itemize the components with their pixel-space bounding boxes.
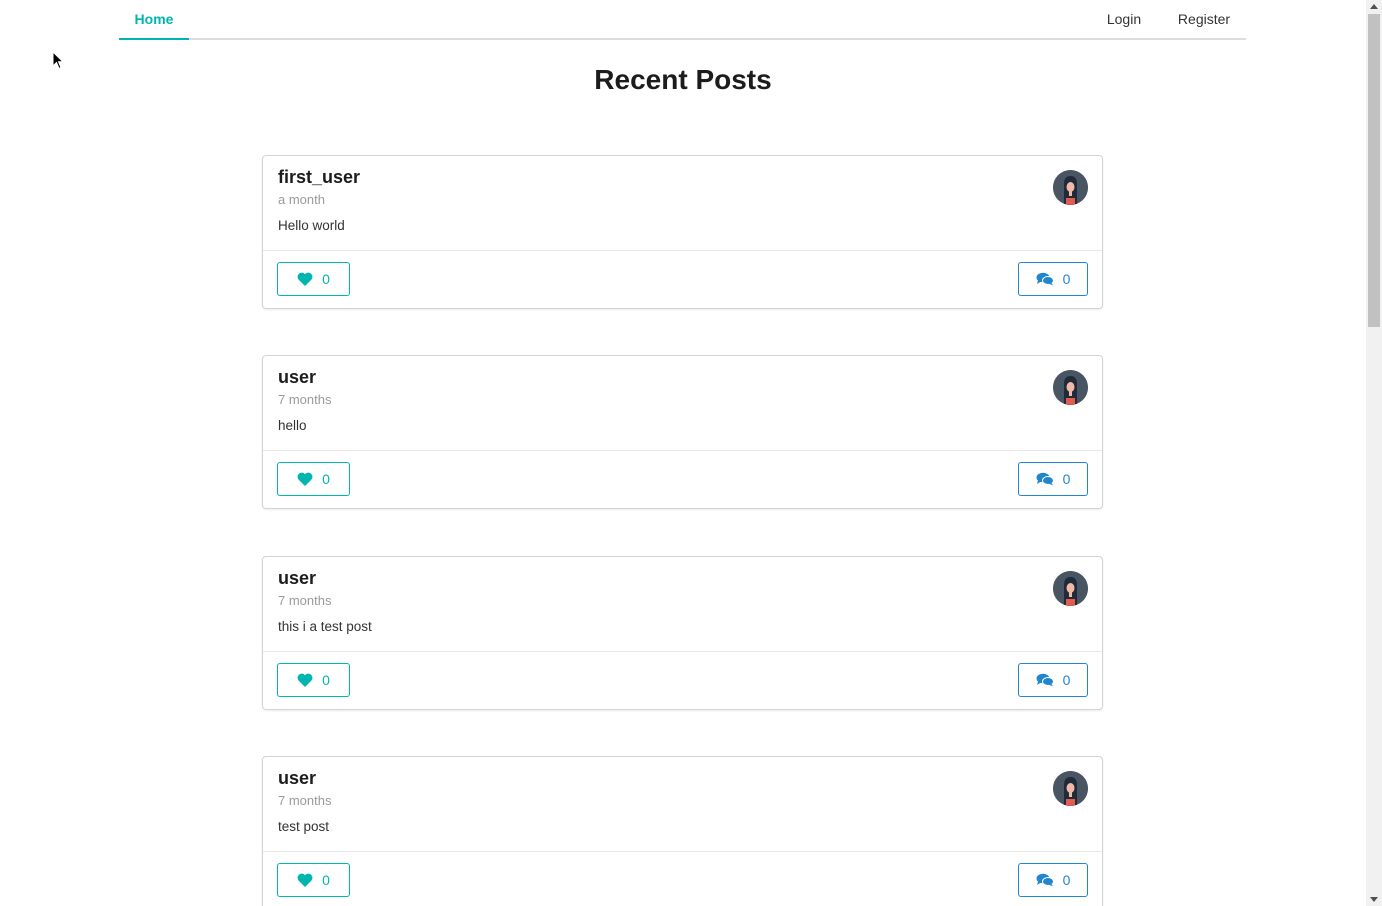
page: Home Login Register Recent Posts first_u… <box>0 0 1366 906</box>
comment-count: 0 <box>1062 271 1071 287</box>
nav-register[interactable]: Register <box>1171 0 1237 38</box>
heart-icon <box>297 472 313 486</box>
post-content: user 7 months test post <box>263 757 1102 852</box>
mouse-cursor-icon <box>52 51 64 70</box>
post-card: user 7 months hello 0 0 <box>262 355 1103 509</box>
post-card: first_user a month Hello world 0 0 <box>262 155 1103 309</box>
post-actions: 0 0 <box>263 852 1102 906</box>
post-time: a month <box>278 192 325 207</box>
user-avatar <box>1053 370 1088 405</box>
scrollbar-thumb[interactable] <box>1368 14 1380 327</box>
page-title: Recent Posts <box>594 64 772 95</box>
like-count: 0 <box>322 872 330 888</box>
post-author[interactable]: user <box>278 568 316 589</box>
comment-button[interactable]: 0 <box>1018 863 1088 897</box>
post-time: 7 months <box>278 392 332 407</box>
post-actions: 0 0 <box>263 251 1102 308</box>
user-avatar <box>1053 571 1088 606</box>
comments-icon <box>1036 272 1054 286</box>
heart-icon <box>297 873 313 887</box>
post-text: hello <box>278 418 307 433</box>
post-card: user 7 months this i a test post 0 0 <box>262 556 1103 710</box>
like-button[interactable]: 0 <box>277 663 350 697</box>
nav-login[interactable]: Login <box>1096 0 1152 38</box>
top-menu: Home Login Register <box>119 0 1246 40</box>
comment-count: 0 <box>1062 471 1071 487</box>
comments-icon <box>1036 472 1054 486</box>
post-text: test post <box>278 819 330 834</box>
post-actions: 0 0 <box>263 652 1102 709</box>
post-content: first_user a month Hello world <box>263 156 1102 251</box>
comments-icon <box>1036 873 1054 887</box>
post-text: this i a test post <box>278 619 372 634</box>
like-button[interactable]: 0 <box>277 863 350 897</box>
comment-count: 0 <box>1062 872 1071 888</box>
like-count: 0 <box>322 271 330 287</box>
scroll-up-arrow-icon[interactable] <box>1370 4 1378 9</box>
user-avatar <box>1053 170 1088 205</box>
comment-count: 0 <box>1062 672 1071 688</box>
comment-button[interactable]: 0 <box>1018 663 1088 697</box>
user-avatar <box>1053 771 1088 806</box>
heart-icon <box>297 272 313 286</box>
vertical-scrollbar[interactable] <box>1366 0 1382 906</box>
like-button[interactable]: 0 <box>277 262 350 296</box>
post-time: 7 months <box>278 793 332 808</box>
comment-button[interactable]: 0 <box>1018 262 1088 296</box>
post-time: 7 months <box>278 593 332 608</box>
like-button[interactable]: 0 <box>277 462 350 496</box>
post-author[interactable]: user <box>278 768 316 789</box>
post-text: Hello world <box>278 218 345 233</box>
comment-button[interactable]: 0 <box>1018 462 1088 496</box>
post-author[interactable]: user <box>278 367 316 388</box>
like-count: 0 <box>322 471 330 487</box>
heart-icon <box>297 673 313 687</box>
like-count: 0 <box>322 672 330 688</box>
scroll-down-arrow-icon[interactable] <box>1370 897 1378 902</box>
post-author[interactable]: first_user <box>278 167 360 188</box>
post-content: user 7 months hello <box>263 356 1102 451</box>
nav-home[interactable]: Home <box>119 0 189 40</box>
post-card: user 7 months test post 0 0 <box>262 756 1103 906</box>
comments-icon <box>1036 673 1054 687</box>
post-content: user 7 months this i a test post <box>263 557 1102 652</box>
post-actions: 0 0 <box>263 451 1102 508</box>
